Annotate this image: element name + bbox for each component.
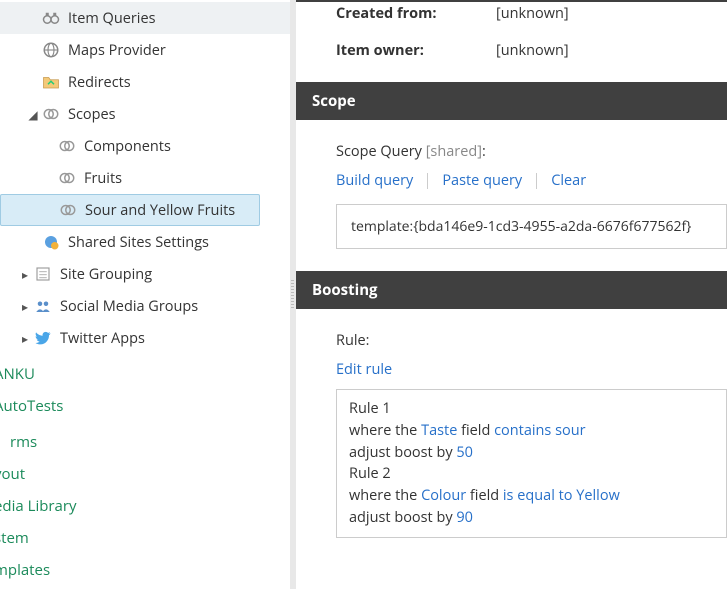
section-title: Boosting xyxy=(312,280,378,300)
tree-label: Sour and Yellow Fruits xyxy=(85,201,235,220)
tree-label: Components xyxy=(84,137,171,156)
root-yout[interactable]: yout xyxy=(0,458,290,490)
paste-query-link[interactable]: Paste query xyxy=(428,171,536,190)
root-label: stem xyxy=(0,528,29,548)
root-label: ANKU xyxy=(0,364,35,384)
tree-social-media[interactable]: ▸ Social Media Groups xyxy=(0,290,290,322)
root-rms[interactable]: ▸rms xyxy=(0,426,290,458)
section-scope-header[interactable]: Scope xyxy=(296,82,727,120)
section-boosting-header[interactable]: Boosting xyxy=(296,271,727,309)
rings-icon xyxy=(56,135,78,157)
list-icon xyxy=(32,263,54,285)
tree-label: Fruits xyxy=(84,169,122,188)
rule-action: adjust boost by 90 xyxy=(349,507,714,529)
root-label: edia Library xyxy=(0,496,77,516)
item-owner-label: Item owner: xyxy=(336,41,456,60)
rules-box[interactable]: Rule 1 where the Taste field contains so… xyxy=(336,389,727,538)
tree-site-grouping[interactable]: ▸ Site Grouping xyxy=(0,258,290,290)
tree-scopes[interactable]: ◢ Scopes xyxy=(0,98,290,130)
tree-label: Redirects xyxy=(68,73,131,92)
root-label: yout xyxy=(0,464,25,484)
root-autotests[interactable]: AutoTests xyxy=(0,390,290,422)
root-stem[interactable]: stem xyxy=(0,522,290,554)
created-from-value: [unknown] xyxy=(496,4,569,23)
tree-item-queries[interactable]: Item Queries xyxy=(0,2,290,34)
item-owner-value: [unknown] xyxy=(496,41,569,60)
tree-redirects[interactable]: Redirects xyxy=(0,66,290,98)
root-label: AutoTests xyxy=(0,396,63,416)
shared-indicator: [shared] xyxy=(426,142,482,161)
caret-down-icon[interactable]: ◢ xyxy=(26,106,40,123)
tree-label: Item Queries xyxy=(68,9,156,28)
caret-right-icon[interactable]: ▸ xyxy=(18,330,32,347)
scope-query-label: Scope Query [shared]: xyxy=(336,142,727,161)
folder-redirect-icon xyxy=(40,71,62,93)
users-icon xyxy=(32,295,54,317)
twitter-icon xyxy=(32,327,54,349)
rule-label: Rule: xyxy=(336,331,727,350)
rule-title: Rule 2 xyxy=(349,463,714,485)
tree-label: Maps Provider xyxy=(68,41,166,60)
tree-label: Scopes xyxy=(68,105,116,124)
tree-label: Social Media Groups xyxy=(60,297,198,316)
root-edia[interactable]: edia Library xyxy=(0,490,290,522)
root-label: mplates xyxy=(0,560,50,580)
rings-icon xyxy=(57,199,79,221)
tree-label: Shared Sites Settings xyxy=(68,233,209,252)
gear-globe-icon xyxy=(40,231,62,253)
section-title: Scope xyxy=(312,91,356,111)
tree-maps-provider[interactable]: Maps Provider xyxy=(0,34,290,66)
rule-condition: where the Colour field is equal to Yello… xyxy=(349,485,714,507)
rule-condition: where the Taste field contains sour xyxy=(349,420,714,442)
rule-title: Rule 1 xyxy=(349,398,714,420)
scope-query-value: template:{bda146e9-1cd3-4955-a2da-6676f6… xyxy=(351,217,691,236)
tree-twitter-apps[interactable]: ▸ Twitter Apps xyxy=(0,322,290,354)
clear-query-link[interactable]: Clear xyxy=(537,171,600,190)
scope-query-field[interactable]: template:{bda146e9-1cd3-4955-a2da-6676f6… xyxy=(336,204,727,249)
root-mplates[interactable]: mplates xyxy=(0,554,290,586)
root-anku[interactable]: ANKU xyxy=(0,358,290,390)
tree-sidebar: Item Queries Maps Provider Redirects ◢ xyxy=(0,0,290,589)
caret-right-icon[interactable]: ▸ xyxy=(18,266,32,283)
tree-label: Site Grouping xyxy=(60,265,152,284)
rule-action: adjust boost by 50 xyxy=(349,442,714,464)
edit-rule-link[interactable]: Edit rule xyxy=(336,360,406,379)
tree-shared-sites[interactable]: Shared Sites Settings xyxy=(0,226,290,258)
rings-icon xyxy=(56,167,78,189)
rings-icon xyxy=(40,103,62,125)
binoculars-icon xyxy=(40,7,62,29)
tree-components[interactable]: Components xyxy=(0,130,290,162)
tree-sour-yellow-fruits[interactable]: Sour and Yellow Fruits xyxy=(0,194,260,226)
created-from-label: Created from: xyxy=(336,4,456,23)
main-panel: Created from: [unknown] Item owner: [unk… xyxy=(296,0,727,589)
build-query-link[interactable]: Build query xyxy=(336,171,427,190)
tree-fruits[interactable]: Fruits xyxy=(0,162,290,194)
globe-icon xyxy=(40,39,62,61)
tree-label: Twitter Apps xyxy=(60,329,145,348)
caret-right-icon[interactable]: ▸ xyxy=(18,298,32,315)
root-label: rms xyxy=(10,432,37,452)
